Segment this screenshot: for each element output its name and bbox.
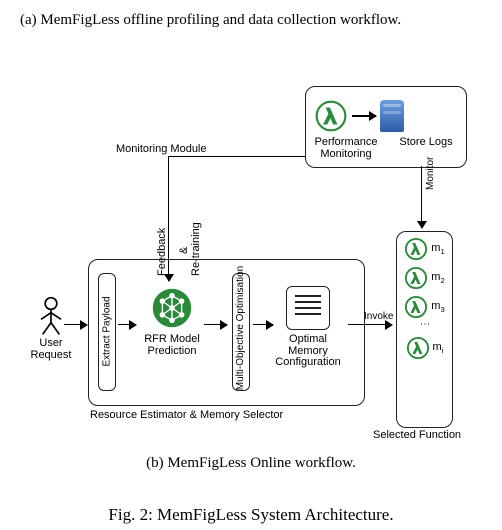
- multi-objective-box: Multi-Objective Optimisation: [232, 273, 250, 391]
- user-icon: [34, 296, 68, 336]
- lambda-icon: [314, 99, 348, 133]
- performance-monitoring-label: Performance Monitoring: [314, 137, 379, 160]
- extract-payload-label: Extract Payload: [102, 274, 113, 390]
- monitor-label: Monitor: [425, 157, 436, 190]
- monitoring-module-box: Performance Monitoring Store Logs: [305, 86, 467, 168]
- optimal-memory-label: Optimal Memory Configuration: [275, 334, 341, 369]
- extract-payload-box: Extract Payload: [98, 273, 116, 391]
- selected-function-label: Selected Function: [373, 429, 461, 441]
- selected-function-box: m1 m2 m3 ⋮: [396, 231, 453, 428]
- memory-m1-label: m1: [431, 242, 444, 256]
- caption-a: (a) MemFigLess offline profiling and dat…: [20, 10, 482, 30]
- database-icon: [380, 100, 404, 132]
- document-icon: [286, 286, 330, 330]
- rfr-label: RFR Model Prediction: [142, 334, 202, 357]
- multi-objective-label: Multi-Objective Optimisation: [236, 274, 247, 390]
- memory-m3-label: m3: [431, 300, 444, 314]
- feedback-label2: &: [178, 247, 190, 254]
- monitor-arrow: [421, 166, 422, 228]
- user-request-label: User Request: [28, 338, 74, 361]
- ellipsis-icon: ⋮: [419, 319, 430, 331]
- arrow-user-to-box: [64, 324, 87, 325]
- estimator-label: Resource Estimator & Memory Selector: [90, 409, 283, 421]
- lambda-icon: [404, 295, 428, 319]
- memory-m2-label: m2: [431, 271, 444, 285]
- arrow-icon: [352, 115, 376, 117]
- lambda-icon: [404, 266, 428, 290]
- caption-b: (b) MemFigLess Online workflow.: [0, 455, 502, 472]
- memory-mi-label: mi: [433, 341, 444, 355]
- brain-icon: [150, 286, 194, 330]
- lambda-icon: [404, 237, 428, 261]
- invoke-label: Invoke: [364, 311, 393, 322]
- connector-line: [168, 156, 305, 157]
- monitoring-module-label: Monitoring Module: [116, 143, 207, 155]
- figure-caption: Fig. 2: MemFigLess System Architecture.: [0, 505, 502, 525]
- diagram-online-workflow: Monitoring Module Performance Monitoring…: [28, 86, 478, 446]
- lambda-icon: [406, 336, 430, 360]
